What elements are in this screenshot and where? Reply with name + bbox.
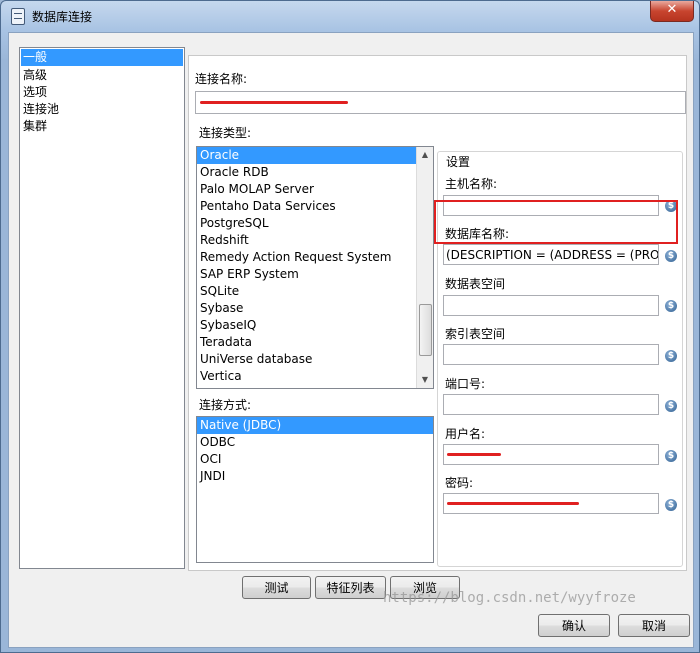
access-method-item[interactable]: JNDI (197, 468, 433, 485)
connection-type-item[interactable]: Redshift (197, 232, 433, 249)
database-name-input[interactable]: (DESCRIPTION = (ADDRESS = (PROTOCOL (443, 244, 659, 265)
window-title: 数据库连接 (32, 10, 93, 24)
dollar-sign-icon[interactable]: $ (665, 499, 677, 511)
data-tablespace-label: 数据表空间 (445, 277, 506, 291)
username-input[interactable] (443, 444, 659, 465)
port-label: 端口号: (445, 377, 486, 391)
password-input[interactable] (443, 493, 659, 514)
access-method-item[interactable]: OCI (197, 451, 433, 468)
connection-type-item[interactable]: Pentaho Data Services (197, 198, 433, 215)
access-method-list[interactable]: Native (JDBC) ODBC OCI JNDI (196, 416, 434, 563)
dollar-sign-icon[interactable]: $ (665, 300, 677, 312)
nav-item-options[interactable]: 选项 (20, 84, 184, 101)
cancel-button[interactable]: 取消 (618, 614, 690, 637)
redaction-mark (200, 101, 348, 104)
connection-type-item[interactable]: SAP ERP System (197, 266, 433, 283)
scroll-up-icon[interactable]: ▲ (417, 147, 433, 163)
connection-type-item[interactable]: Remedy Action Request System (197, 249, 433, 266)
close-button[interactable]: ✕ (650, 1, 694, 22)
settings-group-label: 设置 (446, 155, 471, 169)
connection-type-item[interactable]: PostgreSQL (197, 215, 433, 232)
dollar-sign-icon[interactable]: $ (665, 250, 677, 262)
nav-item-cluster[interactable]: 集群 (20, 118, 184, 135)
scroll-thumb[interactable] (419, 304, 432, 356)
connection-type-item[interactable]: SybaseIQ (197, 317, 433, 334)
host-name-label: 主机名称: (445, 177, 498, 191)
dialog-window: 数据库连接 ✕ 一般 高级 选项 连接池 集群 连接名称: 连接类型: Orac… (0, 0, 700, 653)
nav-item-advanced[interactable]: 高级 (20, 67, 184, 84)
feature-list-button[interactable]: 特征列表 (315, 576, 386, 599)
category-list[interactable]: 一般 高级 选项 连接池 集群 (19, 47, 185, 569)
connection-type-item[interactable]: Oracle RDB (197, 164, 433, 181)
redaction-mark (447, 453, 501, 456)
scroll-down-icon[interactable]: ▼ (417, 372, 433, 388)
dollar-sign-icon[interactable]: $ (665, 350, 677, 362)
connection-type-list[interactable]: Oracle Oracle RDB Palo MOLAP Server Pentaho… (196, 146, 434, 389)
connection-type-item[interactable]: Vertica (197, 368, 433, 385)
general-panel: 连接名称: 连接类型: Oracle Oracle RDB Palo MOLAP S… (188, 55, 687, 571)
index-tablespace-label: 索引表空间 (445, 327, 506, 341)
dollar-sign-icon[interactable]: $ (665, 400, 677, 412)
connection-type-label: 连接类型: (199, 126, 252, 140)
database-icon (11, 8, 25, 25)
test-button[interactable]: 测试 (242, 576, 311, 599)
dialog-client-area: 一般 高级 选项 连接池 集群 连接名称: 连接类型: Oracle Oracle… (8, 32, 694, 648)
dollar-sign-icon[interactable]: $ (665, 450, 677, 462)
access-method-item[interactable]: ODBC (197, 434, 433, 451)
redaction-mark (447, 502, 579, 505)
connection-type-item[interactable]: Palo MOLAP Server (197, 181, 433, 198)
connection-name-label: 连接名称: (195, 72, 248, 86)
port-input[interactable] (443, 394, 659, 415)
connection-type-item[interactable]: Teradata (197, 334, 433, 351)
nav-item-general[interactable]: 一般 (21, 49, 183, 66)
access-method-label: 连接方式: (199, 398, 252, 412)
ok-button[interactable]: 确认 (538, 614, 610, 637)
connection-type-scrollbar[interactable]: ▲ ▼ (416, 147, 433, 388)
password-label: 密码: (445, 476, 474, 490)
connection-type-item[interactable]: Sybase (197, 300, 433, 317)
highlight-box (434, 200, 678, 244)
username-label: 用户名: (445, 427, 486, 441)
connection-name-input[interactable] (195, 91, 686, 114)
watermark: https://blog.csdn.net/wyyfroze (383, 590, 636, 606)
index-tablespace-input[interactable] (443, 344, 659, 365)
connection-type-item[interactable]: Oracle (197, 147, 433, 164)
title-bar[interactable]: 数据库连接 ✕ (1, 1, 699, 31)
data-tablespace-input[interactable] (443, 295, 659, 316)
connection-type-item[interactable]: UniVerse database (197, 351, 433, 368)
access-method-item[interactable]: Native (JDBC) (197, 417, 433, 434)
nav-item-pooling[interactable]: 连接池 (20, 101, 184, 118)
connection-type-item[interactable]: SQLite (197, 283, 433, 300)
